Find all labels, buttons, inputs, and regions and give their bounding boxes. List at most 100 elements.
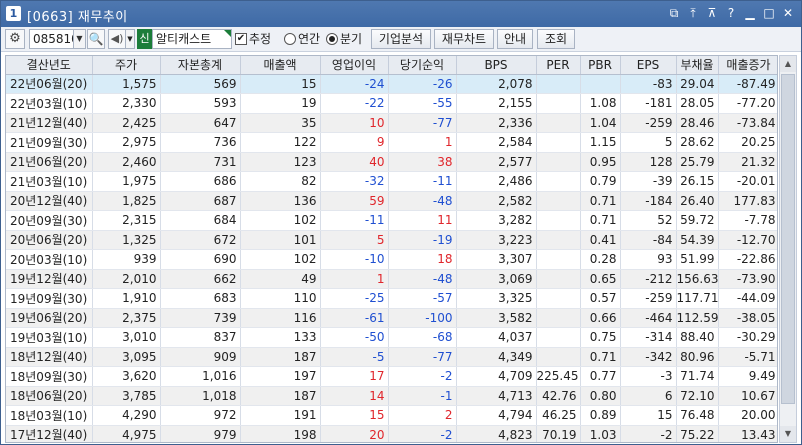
table-row[interactable]: 19년03월(10) 3,010 837 133 -50 -68 4,037 0.75 -314…: [6, 327, 777, 348]
column-header[interactable]: 자본총계: [160, 56, 241, 75]
title-bar-icons: ⧉ ⤒ ⊼? ▁ □ ✕: [667, 5, 795, 21]
table-cell: -181: [620, 93, 677, 114]
stock-name-field[interactable]: 알티캐스트: [152, 29, 232, 49]
table-cell: 0.71: [580, 210, 621, 231]
table-row[interactable]: 21년03월(10) 1,975 686 82 -32 -11 2,486 0.79 -39 26…: [6, 171, 777, 192]
column-header[interactable]: 매출액: [240, 56, 321, 75]
table-cell: [536, 308, 581, 328]
table-row[interactable]: 20년06월(20) 1,325 672 101 5 -19 3,223 0.41 -84 54.…: [6, 230, 777, 250]
minimize-icon[interactable]: ▁: [743, 5, 757, 21]
column-header[interactable]: 부채율: [676, 56, 719, 75]
table-cell: -22: [320, 93, 389, 114]
table-cell: 1,575: [92, 74, 161, 94]
table-row[interactable]: 21년06월(20) 2,460 731 123 40 38 2,577 0.95 128 25.…: [6, 152, 777, 172]
table-cell: 42.76: [536, 386, 581, 406]
table-cell: 2,582: [456, 191, 537, 211]
close-icon[interactable]: ✕: [781, 5, 795, 21]
table-cell: 52: [620, 210, 677, 231]
company-analysis-button[interactable]: 기업분석: [371, 29, 431, 49]
help-icon[interactable]: ?: [724, 5, 738, 21]
table-cell: 0.71: [580, 347, 621, 367]
search-icon[interactable]: 🔍: [87, 29, 105, 49]
table-cell: -100: [388, 308, 457, 328]
column-header[interactable]: 당기순익: [388, 56, 457, 75]
table-cell: 0.80: [580, 386, 621, 406]
chevron-down-icon[interactable]: ▼: [73, 29, 86, 49]
table-row[interactable]: 21년09월(30) 2,975 736 122 9 1 2,584 1.15 5 28.62 20…: [6, 132, 777, 153]
table-cell: 672: [160, 230, 241, 250]
table-row[interactable]: 18년03월(10) 4,290 972 191 15 2 4,794 46.25 0.89 15…: [6, 405, 777, 426]
table-cell: 4,709: [456, 366, 537, 387]
table-cell: 9.49: [718, 366, 777, 387]
table-cell: 2,336: [456, 113, 537, 133]
radio-annual-dot[interactable]: [284, 33, 296, 45]
estimate-checkbox[interactable]: ✔ 추정: [235, 29, 271, 49]
table-cell: -5: [320, 347, 389, 367]
table-cell: 662: [160, 269, 241, 289]
table-cell: [536, 327, 581, 348]
table-cell: 21.32: [718, 152, 777, 172]
table-row[interactable]: 21년12월(40) 2,425 647 35 10 -77 2,336 1.04 -259 28…: [6, 113, 777, 133]
pin-icon[interactable]: ⊼: [705, 5, 719, 21]
table-row[interactable]: 20년12월(40) 1,825 687 136 59 -48 2,582 0.71 -184 2…: [6, 191, 777, 211]
table-row[interactable]: 17년12월(40) 4,975 979 198 20 -2 4,823 70.19 1.03-…: [6, 425, 777, 442]
table-cell: 17: [320, 366, 389, 387]
table-cell: -73.84: [718, 113, 777, 133]
table-cell: 690: [160, 249, 241, 270]
table-row[interactable]: 19년06월(20) 2,375 739 116 -61 -100 3,582 0.66 -46…: [6, 308, 777, 328]
checkbox-box[interactable]: ✔: [235, 33, 247, 45]
table-row[interactable]: 22년06월(20) 1,575 569 15 -24 -26 2,078 -83 29.04-…: [6, 74, 777, 94]
table-cell: 1.15: [580, 132, 621, 153]
scroll-thumb[interactable]: [781, 74, 795, 404]
table-cell: 5: [620, 132, 677, 153]
speaker-dropdown-icon[interactable]: ▼: [125, 29, 135, 49]
column-header[interactable]: PER: [536, 56, 581, 75]
radio-annual[interactable]: 연간: [284, 29, 320, 49]
table-cell: [536, 171, 581, 192]
table-row[interactable]: 18년09월(30) 3,620 1,016 197 17 -2 4,709 225.45 0.…: [6, 366, 777, 387]
table-cell: 1.03: [580, 425, 621, 442]
table-body: 22년06월(20) 1,575 569 15 -24 -26 2,078 -83 29.04-…: [6, 74, 777, 442]
vertical-scrollbar[interactable]: ▲ ▼: [779, 55, 797, 443]
restore-icon[interactable]: ⤒: [686, 5, 700, 21]
table-cell: 0.41: [580, 230, 621, 250]
column-header[interactable]: 매출증가: [718, 56, 777, 75]
table-cell: -11: [388, 171, 457, 192]
link-icon[interactable]: ⧉: [667, 5, 681, 21]
table-cell: [536, 113, 581, 133]
title-bar[interactable]: 1 [0663] 재무추이 ⧉ ⤒ ⊼? ▁ □ ✕: [1, 1, 801, 27]
table-cell: -12.70: [718, 230, 777, 250]
table-cell: 18: [388, 249, 457, 270]
financial-chart-button[interactable]: 재무차트: [434, 29, 494, 49]
scroll-up-icon[interactable]: ▲: [780, 56, 796, 72]
column-header[interactable]: PBR: [580, 56, 621, 75]
table-cell: [536, 249, 581, 270]
query-button[interactable]: 조회: [537, 29, 575, 49]
table-row[interactable]: 18년06월(20) 3,785 1,018 187 14 -1 4,713 42.76 0.8…: [6, 386, 777, 406]
column-header[interactable]: 영업이익: [320, 56, 389, 75]
radio-quarter-dot[interactable]: [326, 33, 338, 45]
table-row[interactable]: 18년12월(40) 3,095 909 187 -5 -77 4,349 0.71 -342 8…: [6, 347, 777, 367]
table-cell: 70.19: [536, 425, 581, 442]
maximize-icon[interactable]: □: [762, 5, 776, 21]
table-cell: 28.05: [676, 93, 719, 114]
table-row[interactable]: 19년09월(30) 1,910 683 110 -25 -57 3,325 0.57 -259…: [6, 288, 777, 309]
guide-button[interactable]: 안내: [497, 29, 533, 49]
scroll-down-icon[interactable]: ▼: [780, 426, 796, 442]
table-row[interactable]: 20년09월(30) 2,315 684 102 -11 11 3,282 0.71 52 59.…: [6, 210, 777, 231]
table-cell: 0.95: [580, 152, 621, 172]
table-row[interactable]: 20년03월(10) 939 690 102 -10 18 3,307 0.28 93 51.99…: [6, 249, 777, 270]
table-cell: 18년06월(20): [6, 386, 93, 406]
speaker-icon[interactable]: ◀): [108, 29, 126, 49]
table-row[interactable]: 22년03월(10) 2,330 593 19 -22 -55 2,155 1.08 -181 2…: [6, 93, 777, 114]
gear-icon[interactable]: ⚙: [5, 29, 25, 49]
radio-quarter[interactable]: 분기: [326, 29, 362, 49]
column-header[interactable]: 주가: [92, 56, 161, 75]
column-header[interactable]: 결산년도: [6, 56, 93, 75]
column-header[interactable]: BPS: [456, 56, 537, 75]
column-header[interactable]: EPS: [620, 56, 677, 75]
table-cell: [536, 269, 581, 289]
table-cell: [536, 210, 581, 231]
table-row[interactable]: 19년12월(40) 2,010 662 49 1 -48 3,069 0.65 -212 156…: [6, 269, 777, 289]
table-cell: 20년06월(20): [6, 230, 93, 250]
